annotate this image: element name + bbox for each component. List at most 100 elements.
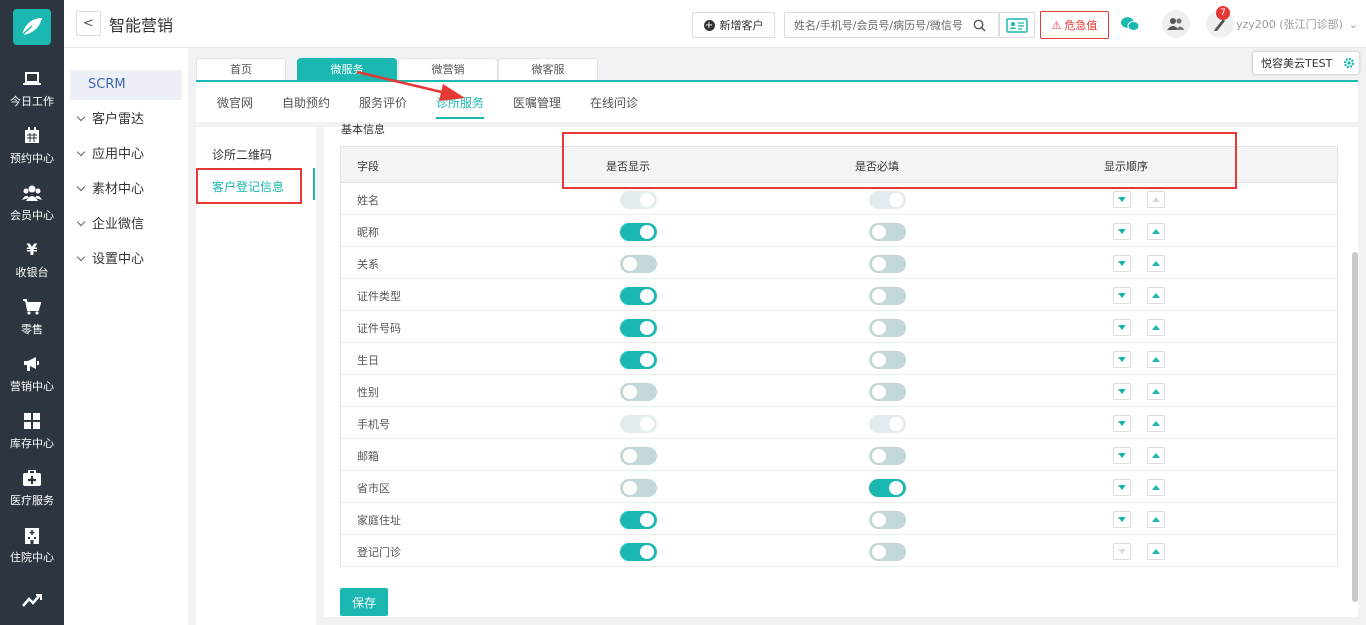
side-menu-item-5[interactable]: 设置中心 bbox=[70, 245, 182, 275]
left-nav-item-0[interactable]: 今日工作 bbox=[0, 60, 64, 116]
left-nav-label: 医疗服务 bbox=[10, 493, 54, 507]
left-nav-item-1[interactable]: 预约中心 bbox=[0, 117, 64, 173]
inner-menu-customer-registration[interactable]: 客户登记信息 bbox=[212, 178, 284, 195]
show-toggle[interactable] bbox=[620, 479, 657, 497]
show-toggle[interactable] bbox=[620, 287, 657, 305]
left-nav-item-3[interactable]: ¥ 收银台 bbox=[0, 231, 64, 287]
show-toggle bbox=[620, 415, 657, 433]
required-toggle[interactable] bbox=[869, 383, 906, 401]
move-down-button[interactable] bbox=[1113, 223, 1131, 240]
annotation-arrow bbox=[356, 70, 465, 101]
required-toggle[interactable] bbox=[869, 255, 906, 273]
left-nav-item-5[interactable]: 营销中心 bbox=[0, 345, 64, 401]
left-nav-item-7[interactable]: 医疗服务 bbox=[0, 459, 64, 515]
move-down-button[interactable] bbox=[1113, 479, 1131, 496]
required-toggle[interactable] bbox=[869, 479, 906, 497]
search-icon[interactable] bbox=[973, 19, 986, 32]
move-down-button[interactable] bbox=[1113, 287, 1131, 304]
required-toggle[interactable] bbox=[869, 319, 906, 337]
required-toggle[interactable] bbox=[869, 287, 906, 305]
move-up-button[interactable] bbox=[1147, 351, 1165, 368]
save-button[interactable]: 保存 bbox=[340, 588, 388, 616]
yen-icon: ¥ bbox=[26, 240, 38, 259]
move-up-button[interactable] bbox=[1147, 447, 1165, 464]
left-nav-item-8[interactable]: 住院中心 bbox=[0, 516, 64, 572]
id-card-button[interactable] bbox=[999, 12, 1035, 38]
table-row: 昵称 bbox=[341, 215, 1337, 247]
show-toggle[interactable] bbox=[620, 223, 657, 241]
inner-menu-qrcode[interactable]: 诊所二维码 bbox=[212, 146, 272, 163]
move-down-button[interactable] bbox=[1113, 255, 1131, 272]
left-nav-item-6[interactable]: 库存中心 bbox=[0, 402, 64, 458]
move-up-button[interactable] bbox=[1147, 511, 1165, 528]
table-row: 邮箱 bbox=[341, 439, 1337, 471]
scrollbar[interactable] bbox=[1352, 127, 1358, 617]
show-toggle[interactable] bbox=[620, 543, 657, 561]
move-down-button[interactable] bbox=[1113, 511, 1131, 528]
table-row: 生日 bbox=[341, 343, 1337, 375]
scrollbar-thumb[interactable] bbox=[1352, 252, 1358, 602]
required-toggle[interactable] bbox=[869, 511, 906, 529]
move-down-button[interactable] bbox=[1113, 319, 1131, 336]
required-toggle[interactable] bbox=[869, 351, 906, 369]
main-content: 基本信息 字段 是否显示 是否必填 显示顺序 姓名 昵称 关系 证件类型 证件号码 生日性… bbox=[324, 123, 1358, 617]
side-menu-item-1[interactable]: 客户雷达 bbox=[70, 105, 182, 135]
left-nav-item-4[interactable]: 零售 bbox=[0, 288, 64, 344]
required-toggle[interactable] bbox=[869, 223, 906, 241]
move-up-button[interactable] bbox=[1147, 415, 1165, 432]
left-nav-label: 会员中心 bbox=[10, 208, 54, 222]
move-down-button[interactable] bbox=[1113, 415, 1131, 432]
logo[interactable] bbox=[13, 9, 51, 45]
left-nav-item-2[interactable]: 会员中心 bbox=[0, 174, 64, 230]
move-down-button[interactable] bbox=[1113, 383, 1131, 400]
show-toggle[interactable] bbox=[620, 255, 657, 273]
move-up-button[interactable] bbox=[1147, 383, 1165, 400]
subnav-medical-orders[interactable]: 医嘱管理 bbox=[513, 94, 561, 111]
table-row: 性别 bbox=[341, 375, 1337, 407]
left-nav-label: 收银台 bbox=[15, 265, 49, 279]
show-toggle[interactable] bbox=[620, 319, 657, 337]
show-toggle bbox=[620, 191, 657, 209]
alarm-icon: ⚠ bbox=[1051, 18, 1062, 32]
show-toggle[interactable] bbox=[620, 383, 657, 401]
group-button[interactable] bbox=[1162, 10, 1190, 38]
section-title: 基本信息 bbox=[341, 123, 385, 136]
side-menu-item-3[interactable]: 素材中心 bbox=[70, 175, 182, 205]
required-toggle[interactable] bbox=[869, 447, 906, 465]
subnav-online-consult[interactable]: 在线问诊 bbox=[590, 94, 638, 111]
wechat-button[interactable] bbox=[1116, 10, 1144, 38]
tab-home[interactable]: 首页 bbox=[196, 58, 286, 80]
side-menu-item-0[interactable]: SCRM bbox=[70, 70, 182, 100]
move-up-button[interactable] bbox=[1147, 479, 1165, 496]
show-toggle[interactable] bbox=[620, 511, 657, 529]
user-menu[interactable]: yzy200 (张江门诊部) ⌄ bbox=[1236, 16, 1358, 32]
field-name: 证件类型 bbox=[357, 290, 401, 303]
required-toggle[interactable] bbox=[869, 543, 906, 561]
back-button[interactable]: < bbox=[76, 11, 101, 36]
move-up-button[interactable] bbox=[1147, 223, 1165, 240]
new-customer-button[interactable]: + 新增客户 bbox=[692, 12, 775, 38]
move-up-button[interactable] bbox=[1147, 543, 1165, 560]
urgent-value-button[interactable]: ⚠ 危急值 bbox=[1040, 11, 1109, 39]
table-header: 字段 是否显示 是否必填 显示顺序 bbox=[341, 147, 1337, 183]
side-menu-item-2[interactable]: 应用中心 bbox=[70, 140, 182, 170]
move-down-button[interactable] bbox=[1113, 447, 1131, 464]
search-input[interactable] bbox=[785, 14, 973, 36]
left-nav-item-9[interactable] bbox=[0, 573, 64, 625]
table-row: 手机号 bbox=[341, 407, 1337, 439]
chevron-down-icon bbox=[76, 182, 86, 192]
move-down-button[interactable] bbox=[1113, 191, 1131, 208]
left-nav-label: 营销中心 bbox=[10, 379, 54, 393]
store-selector[interactable]: 悦容美云TEST bbox=[1253, 52, 1359, 74]
show-toggle[interactable] bbox=[620, 351, 657, 369]
tab-micro-customer-service[interactable]: 微客服 bbox=[498, 58, 598, 80]
show-toggle[interactable] bbox=[620, 447, 657, 465]
move-up-button[interactable] bbox=[1147, 287, 1165, 304]
subnav-self-booking[interactable]: 自助预约 bbox=[282, 94, 330, 111]
move-down-button[interactable] bbox=[1113, 351, 1131, 368]
move-up-button[interactable] bbox=[1147, 319, 1165, 336]
side-menu-item-4[interactable]: 企业微信 bbox=[70, 210, 182, 240]
subnav-official-site[interactable]: 微官网 bbox=[217, 94, 253, 111]
move-up-button[interactable] bbox=[1147, 255, 1165, 272]
gear-icon[interactable] bbox=[1343, 57, 1355, 69]
